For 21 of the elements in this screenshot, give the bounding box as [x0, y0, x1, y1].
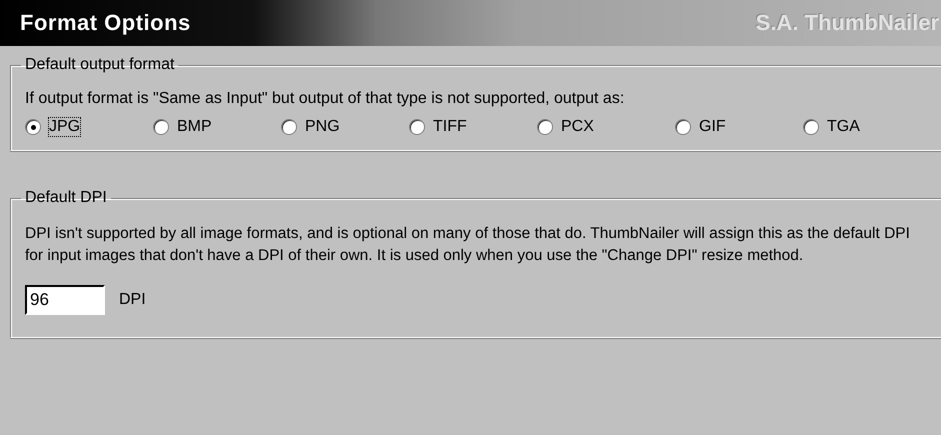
radio-button[interactable] — [537, 119, 553, 135]
radio-option[interactable]: TGA — [803, 118, 931, 136]
radio-option[interactable]: TIFF — [409, 118, 537, 136]
radio-button[interactable] — [281, 119, 297, 135]
unit-label: DPI — [119, 291, 146, 309]
radio-button[interactable] — [675, 119, 691, 135]
description-text: If output format is "Same as Input" but output of that type is not supported, output as: — [25, 90, 626, 108]
description-text: DPI isn't supported by all image formats, and is optional on many of those that do. ThumbNailer will assign this as the default DPI for input images that don't have a DPI of their own. It is used only when you use the "Change DPI" resize method. — [25, 224, 911, 266]
radio-button[interactable] — [153, 119, 169, 135]
radio-option[interactable]: GIF — [675, 118, 803, 136]
radio-option[interactable]: JPG — [25, 118, 153, 136]
radio-option[interactable]: BMP — [153, 118, 281, 136]
radio-option[interactable]: PCX — [537, 118, 675, 136]
dpi-field[interactable]: 96 — [25, 285, 105, 315]
group-label: Default DPI — [24, 189, 108, 207]
radio-button[interactable] — [803, 119, 819, 135]
panel-title: Format Options — [20, 10, 191, 36]
radio-option[interactable]: PNG — [281, 118, 409, 136]
group-label: Default output format — [24, 56, 176, 74]
radio-button[interactable] — [409, 119, 425, 135]
radio-button[interactable] — [25, 119, 41, 135]
